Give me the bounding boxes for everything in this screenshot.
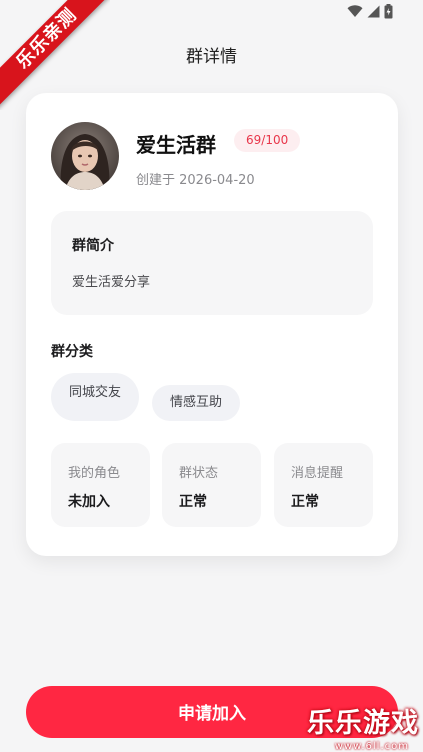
intro-title: 群简介 <box>72 238 114 254</box>
info-label: 群状态 <box>179 466 219 481</box>
info-value: 未加入 <box>68 494 110 510</box>
my-role-box: 我的角色 未加入 <box>51 443 150 527</box>
category-title: 群分类 <box>51 344 93 360</box>
category-tag[interactable]: 同城交友 <box>51 373 139 421</box>
group-status-box: 群状态 正常 <box>162 443 261 527</box>
status-icons <box>347 4 393 19</box>
info-value: 正常 <box>291 494 319 510</box>
avatar-image <box>51 122 119 190</box>
group-detail-card: 爱生活群 69/100 创建于 2026-04-20 群简介 爱生活爱分享 群分… <box>26 93 398 556</box>
signal-icon <box>367 5 380 18</box>
group-avatar <box>51 122 119 190</box>
battery-icon <box>384 4 393 19</box>
message-reminder-box[interactable]: 消息提醒 正常 <box>274 443 373 527</box>
watermark-url: www.6ll.com <box>334 741 409 752</box>
group-intro-section: 群简介 爱生活爱分享 <box>51 211 373 315</box>
info-value: 正常 <box>179 494 207 510</box>
watermark-brand: 乐乐游戏 <box>307 708 419 739</box>
corner-ribbon: 乐乐亲测 <box>0 0 110 110</box>
group-name: 爱生活群 <box>136 133 216 157</box>
info-label: 消息提醒 <box>291 466 344 481</box>
wifi-icon <box>347 5 363 17</box>
info-label: 我的角色 <box>68 466 121 481</box>
ribbon-text: 乐乐亲测 <box>0 0 110 109</box>
created-date: 创建于 2026-04-20 <box>136 173 255 188</box>
category-tag[interactable]: 情感互助 <box>152 385 240 421</box>
member-count-badge: 69/100 <box>234 129 301 152</box>
intro-text: 爱生活爱分享 <box>72 275 151 290</box>
